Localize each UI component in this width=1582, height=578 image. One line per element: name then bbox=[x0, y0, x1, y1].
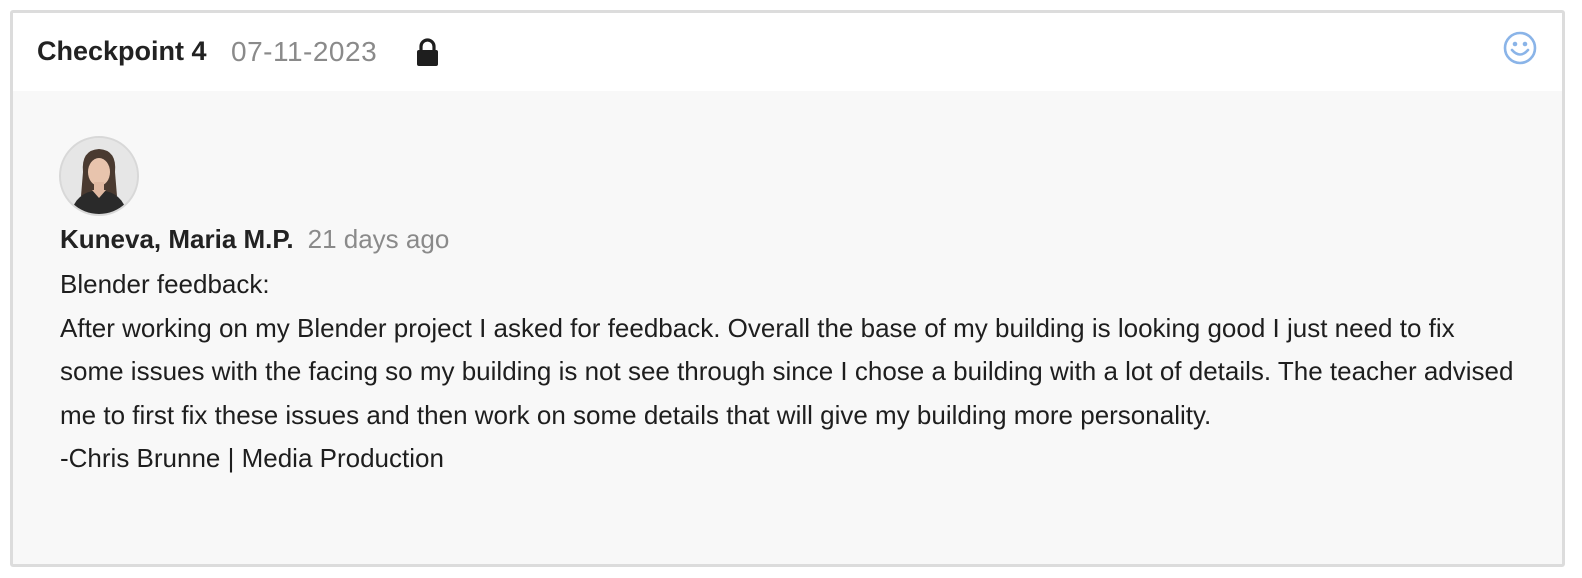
checkpoint-header: Checkpoint 4 07-11-2023 bbox=[13, 13, 1562, 91]
lock-icon bbox=[415, 38, 440, 67]
author-name[interactable]: Kuneva, Maria M.P. bbox=[60, 224, 294, 254]
comment-text: Blender feedback: After working on my Bl… bbox=[60, 263, 1520, 481]
comment-line: After working on my Blender project I as… bbox=[60, 312, 1514, 430]
checkpoint-card: Checkpoint 4 07-11-2023 Kuneva, Maria M.… bbox=[10, 10, 1565, 567]
comment-meta: Kuneva, Maria M.P. 21 days ago bbox=[60, 224, 449, 255]
comment-line: Blender feedback: bbox=[60, 269, 270, 299]
checkpoint-date: 07-11-2023 bbox=[231, 36, 378, 67]
comment-timestamp: 21 days ago bbox=[307, 224, 450, 254]
avatar[interactable] bbox=[59, 136, 139, 216]
comment-section: Kuneva, Maria M.P. 21 days ago Blender fe… bbox=[13, 91, 1562, 564]
comment-line: -Chris Brunne | Media Production bbox=[60, 443, 444, 473]
smiley-icon[interactable] bbox=[1503, 31, 1537, 65]
checkpoint-title: Checkpoint 4 bbox=[37, 36, 207, 66]
